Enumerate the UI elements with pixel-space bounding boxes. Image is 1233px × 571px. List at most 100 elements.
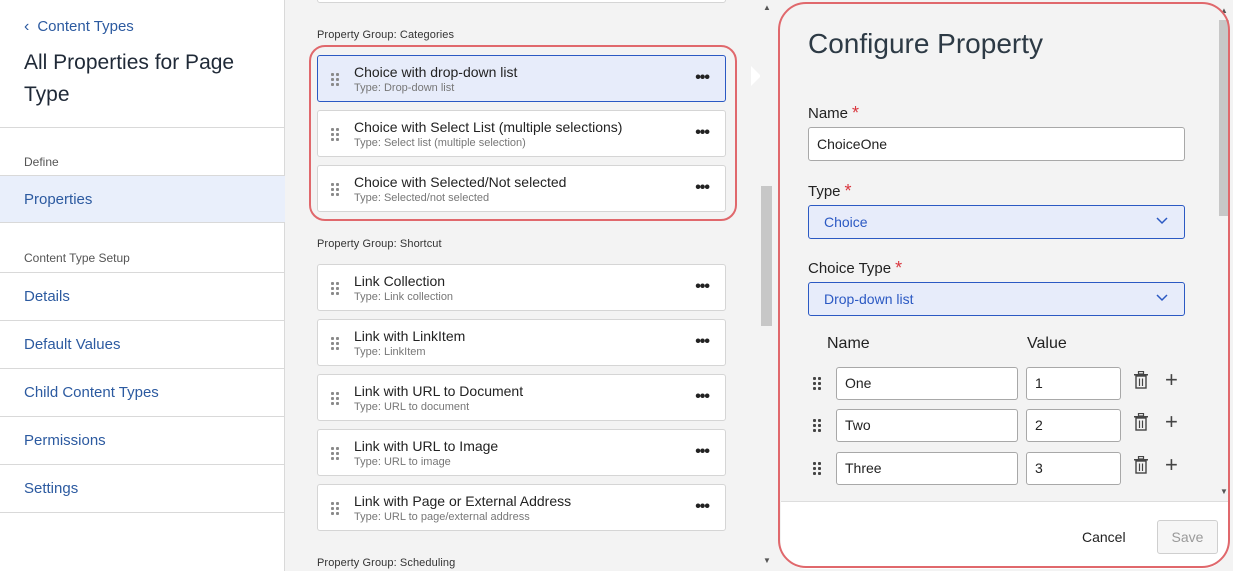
more-options-icon[interactable]: •••: [695, 178, 710, 198]
back-link-label: Content Types: [37, 18, 134, 35]
cancel-button[interactable]: Cancel: [1082, 529, 1126, 545]
scrollbar-thumb[interactable]: [761, 186, 772, 326]
drag-handle-icon[interactable]: [331, 502, 341, 515]
drag-handle-icon[interactable]: [813, 377, 823, 390]
property-type: Type: URL to page/external address: [354, 511, 530, 523]
option-row: Two 2 +: [809, 409, 1189, 443]
property-name: Link Collection: [354, 273, 446, 289]
group-label-scheduling: Property Group: Scheduling: [317, 557, 456, 569]
sidebar-item-permissions[interactable]: Permissions: [0, 417, 285, 465]
property-card[interactable]: Choice with drop-down list Type: Drop-do…: [317, 55, 726, 102]
options-header-value: Value: [1027, 335, 1067, 352]
back-to-content-types-link[interactable]: ‹ Content Types: [24, 18, 134, 35]
list-scrollbar[interactable]: ▲ ▼: [760, 0, 774, 571]
section-label-define: Define: [24, 155, 59, 169]
option-value-input[interactable]: 3: [1026, 452, 1121, 485]
scroll-up-arrow-icon[interactable]: ▲: [763, 3, 771, 12]
name-label-text: Name: [808, 105, 849, 122]
drag-handle-icon[interactable]: [331, 128, 341, 141]
scrollbar-thumb[interactable]: [1219, 20, 1229, 216]
property-card[interactable]: Choice with Selected/Not selected Type: …: [317, 165, 726, 212]
property-type: Type: URL to document: [354, 401, 470, 413]
group-label-shortcut: Property Group: Shortcut: [317, 238, 442, 250]
more-options-icon[interactable]: •••: [695, 332, 710, 352]
group-label-categories: Property Group: Categories: [317, 29, 455, 41]
page-title: All Properties for Page Type: [24, 51, 235, 106]
drag-handle-icon[interactable]: [331, 447, 341, 460]
drag-handle-icon[interactable]: [331, 73, 341, 86]
choice-type-select[interactable]: Drop-down list: [808, 282, 1185, 316]
chevron-down-icon: [1156, 294, 1168, 302]
trash-icon[interactable]: [1133, 413, 1149, 431]
trash-icon[interactable]: [1133, 371, 1149, 389]
property-name: Choice with drop-down list: [354, 64, 518, 80]
type-label-text: Type: [808, 183, 841, 200]
property-card[interactable]: Link with URL to Document Type: URL to d…: [317, 374, 726, 421]
property-card[interactable]: Choice with Select List (multiple select…: [317, 110, 726, 157]
sidebar: ‹ Content Types All Properties for Page …: [0, 0, 285, 571]
sidebar-item-settings[interactable]: Settings: [0, 465, 285, 513]
chevron-down-icon: [1156, 217, 1168, 225]
sidebar-item-default-values[interactable]: Default Values: [0, 321, 285, 369]
more-options-icon[interactable]: •••: [695, 123, 710, 143]
drag-handle-icon[interactable]: [331, 392, 341, 405]
property-type: Type: Selected/not selected: [354, 192, 490, 204]
name-field[interactable]: ChoiceOne: [808, 127, 1185, 161]
choice-type-field-label: Choice Type *: [808, 258, 902, 279]
property-name: Link with LinkItem: [354, 328, 466, 344]
property-card[interactable]: Link with URL to Image Type: URL to imag…: [317, 429, 726, 476]
app-root: ‹ Content Types All Properties for Page …: [0, 0, 1233, 571]
property-card-partial: [317, 0, 726, 3]
more-options-icon[interactable]: •••: [695, 68, 710, 88]
property-list: Property Group: Categories Choice with d…: [286, 0, 774, 571]
drag-handle-icon[interactable]: [331, 183, 341, 196]
add-option-icon[interactable]: +: [1165, 369, 1178, 391]
type-field-label: Type *: [808, 181, 852, 202]
option-value-input[interactable]: 2: [1026, 409, 1121, 442]
property-type: Type: LinkItem: [354, 346, 426, 358]
type-select[interactable]: Choice: [808, 205, 1185, 239]
option-name-input[interactable]: Three: [836, 452, 1018, 485]
drag-handle-icon[interactable]: [813, 419, 823, 432]
property-type: Type: Select list (multiple selection): [354, 137, 526, 149]
sidebar-item-details[interactable]: Details: [0, 273, 285, 321]
save-button[interactable]: Save: [1157, 520, 1218, 554]
property-name: Link with Page or External Address: [354, 493, 572, 509]
configure-property-panel: Configure Property Name * ChoiceOne Type *…: [779, 0, 1233, 571]
required-mark: *: [852, 103, 860, 123]
trash-icon[interactable]: [1133, 456, 1149, 474]
sidebar-item-child-content-types[interactable]: Child Content Types: [0, 369, 285, 417]
required-mark: *: [895, 258, 903, 278]
property-type: Type: URL to image: [354, 456, 451, 468]
property-type: Type: Link collection: [354, 291, 454, 303]
property-card[interactable]: Link Collection Type: Link collection ••…: [317, 264, 726, 311]
property-name: Choice with Selected/Not selected: [354, 174, 567, 190]
divider: [0, 127, 285, 128]
option-row: Three 3 +: [809, 452, 1189, 486]
more-options-icon[interactable]: •••: [695, 442, 710, 462]
scroll-down-arrow-icon[interactable]: ▼: [763, 556, 771, 565]
more-options-icon[interactable]: •••: [695, 497, 710, 517]
options-header-name: Name: [827, 335, 870, 352]
scroll-up-arrow-icon[interactable]: ▲: [1220, 6, 1228, 15]
scroll-down-arrow-icon[interactable]: ▼: [1220, 487, 1228, 496]
panel-scrollbar[interactable]: ▲ ▼: [1218, 0, 1230, 500]
panel-title: Configure Property: [808, 28, 1044, 59]
add-option-icon[interactable]: +: [1165, 411, 1178, 433]
sidebar-item-properties[interactable]: Properties: [0, 175, 285, 223]
name-field-label: Name *: [808, 103, 859, 124]
option-name-input[interactable]: One: [836, 367, 1018, 400]
option-name-input[interactable]: Two: [836, 409, 1018, 442]
required-mark: *: [844, 181, 852, 201]
option-value-input[interactable]: 1: [1026, 367, 1121, 400]
property-card[interactable]: Link with Page or External Address Type:…: [317, 484, 726, 531]
option-row: One 1 +: [809, 367, 1189, 401]
drag-handle-icon[interactable]: [813, 462, 823, 475]
drag-handle-icon[interactable]: [331, 282, 341, 295]
add-option-icon[interactable]: +: [1165, 454, 1178, 476]
more-options-icon[interactable]: •••: [695, 277, 710, 297]
more-options-icon[interactable]: •••: [695, 387, 710, 407]
panel-footer: Cancel Save: [781, 501, 1228, 569]
property-card[interactable]: Link with LinkItem Type: LinkItem •••: [317, 319, 726, 366]
drag-handle-icon[interactable]: [331, 337, 341, 350]
